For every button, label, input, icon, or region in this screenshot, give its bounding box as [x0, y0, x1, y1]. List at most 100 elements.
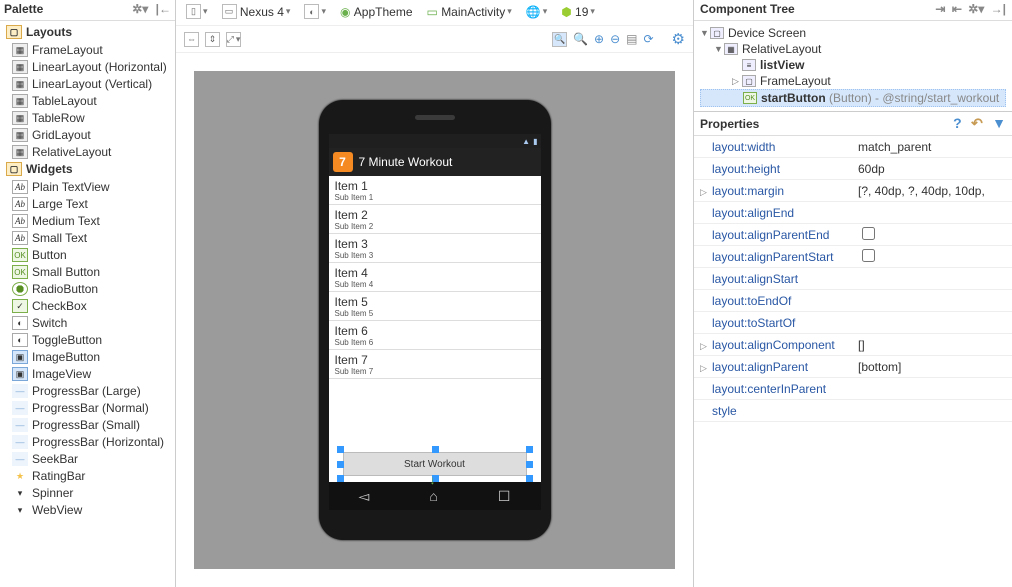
list-item[interactable]: Item 5Sub Item 5: [329, 292, 541, 321]
api-picker[interactable]: ⬢ 19▾: [557, 3, 599, 21]
property-row[interactable]: layout:toStartOf: [694, 312, 1012, 334]
tree-node-listview[interactable]: ≡ listView: [700, 57, 1006, 73]
palette-item[interactable]: —SeekBar: [0, 450, 175, 467]
palette-item[interactable]: OKSmall Button: [0, 263, 175, 280]
palette-item[interactable]: —ProgressBar (Horizontal): [0, 433, 175, 450]
palette-item[interactable]: ▦TableRow: [0, 109, 175, 126]
palette-item[interactable]: AbMedium Text: [0, 212, 175, 229]
device-screen[interactable]: ▲ ▮ 7 7 Minute Workout Item 1Sub Item 1I…: [329, 134, 541, 510]
palette-item[interactable]: ▾Spinner: [0, 484, 175, 501]
theme-picker[interactable]: ◉ AppTheme: [336, 3, 417, 21]
palette-item[interactable]: —ProgressBar (Normal): [0, 399, 175, 416]
property-row[interactable]: layout:alignParentStart: [694, 246, 1012, 268]
align-icon[interactable]: ⇔: [184, 32, 199, 47]
property-row[interactable]: layout:alignParentEnd: [694, 224, 1012, 246]
list-item[interactable]: Item 1Sub Item 1: [329, 176, 541, 205]
palette-item[interactable]: AbPlain TextView: [0, 178, 175, 195]
palette-item[interactable]: ◐ToggleButton: [0, 331, 175, 348]
start-workout-button[interactable]: Start Workout ↓: [343, 452, 527, 476]
gear-icon[interactable]: ✲▾: [968, 2, 984, 16]
list-item[interactable]: Item 6Sub Item 6: [329, 321, 541, 350]
activity-picker[interactable]: ▭ MainActivity▾: [423, 3, 516, 21]
back-icon[interactable]: ◅: [359, 488, 370, 505]
widget-icon: Ab: [12, 214, 28, 228]
list-icon: ≡: [742, 59, 756, 71]
palette-item[interactable]: RadioButton: [0, 280, 175, 297]
palette-item[interactable]: ◐Switch: [0, 314, 175, 331]
layout-icon: ▦: [12, 128, 28, 142]
zoom-in-icon[interactable]: ⊕: [594, 32, 604, 46]
orientation-button[interactable]: ▯▾: [182, 2, 212, 21]
recents-icon[interactable]: ☐: [498, 488, 511, 505]
zoom-fit-icon[interactable]: 🔍: [552, 32, 567, 47]
hide-icon[interactable]: →|: [991, 2, 1006, 16]
list-item[interactable]: Item 3Sub Item 3: [329, 234, 541, 263]
palette-item[interactable]: ▦LinearLayout (Vertical): [0, 75, 175, 92]
resize-arrow-icon[interactable]: ↓: [430, 473, 436, 487]
locale-picker[interactable]: 🌐▾: [522, 3, 551, 21]
tree-node-framelayout[interactable]: ▷▢ FrameLayout: [700, 73, 1006, 89]
property-row[interactable]: ▷layout:alignComponent[]: [694, 334, 1012, 356]
align-icon[interactable]: ⇕: [205, 32, 220, 47]
palette-item[interactable]: AbSmall Text: [0, 229, 175, 246]
palette-item[interactable]: OKButton: [0, 246, 175, 263]
list-item[interactable]: Item 7Sub Item 7: [329, 350, 541, 379]
palette-item[interactable]: ✓CheckBox: [0, 297, 175, 314]
property-checkbox[interactable]: [862, 249, 875, 262]
palette-category-layouts[interactable]: ▢ Layouts: [0, 23, 175, 41]
property-row[interactable]: ▷layout:alignParent[bottom]: [694, 356, 1012, 378]
tree-node-relative-layout[interactable]: ▼▦ RelativeLayout: [700, 41, 1006, 57]
help-icon[interactable]: ?: [953, 115, 962, 131]
settings-gear-icon[interactable]: ⚙: [672, 30, 685, 48]
list-item[interactable]: Item 4Sub Item 4: [329, 263, 541, 292]
property-row[interactable]: layout:alignStart: [694, 268, 1012, 290]
layout-icon: ▦: [12, 77, 28, 91]
property-checkbox[interactable]: [862, 227, 875, 240]
property-row[interactable]: style: [694, 400, 1012, 422]
property-row[interactable]: layout:height60dp: [694, 158, 1012, 180]
widget-icon: Ab: [12, 231, 28, 245]
home-icon[interactable]: ⌂: [429, 488, 437, 504]
device-picker[interactable]: ▭ Nexus 4▾: [218, 2, 295, 21]
collapse-all-icon[interactable]: ⇤: [952, 2, 962, 16]
property-row[interactable]: layout:centerInParent: [694, 378, 1012, 400]
palette-item[interactable]: AbLarge Text: [0, 195, 175, 212]
zoom-actual-icon[interactable]: 🔍: [573, 32, 588, 46]
expand-all-icon[interactable]: ⇥: [935, 2, 945, 16]
palette-category-widgets[interactable]: ▢ Widgets: [0, 160, 175, 178]
undo-icon[interactable]: ↶: [971, 115, 983, 131]
palette-item[interactable]: ▦GridLayout: [0, 126, 175, 143]
frame-icon: ▢: [742, 75, 756, 87]
palette-item[interactable]: ▣ImageButton: [0, 348, 175, 365]
tree-node-start-button[interactable]: OK startButton (Button) - @string/start_…: [700, 89, 1006, 107]
layout-icon: ▦: [12, 60, 28, 74]
zoom-out-icon[interactable]: ⊖: [610, 32, 620, 46]
component-tree[interactable]: ▼▢ Device Screen ▼▦ RelativeLayout ≡ lis…: [694, 21, 1012, 111]
palette-item[interactable]: ▦RelativeLayout: [0, 143, 175, 160]
palette-item[interactable]: —ProgressBar (Small): [0, 416, 175, 433]
layout-icon: ▦: [12, 94, 28, 108]
list-view[interactable]: Item 1Sub Item 1Item 2Sub Item 2Item 3Su…: [329, 176, 541, 446]
palette-item[interactable]: ▣ImageView: [0, 365, 175, 382]
tree-node-device-screen[interactable]: ▼▢ Device Screen: [700, 25, 1006, 41]
page-icon[interactable]: ▤: [626, 32, 637, 46]
property-row[interactable]: layout:toEndOf: [694, 290, 1012, 312]
daynight-button[interactable]: ◐▾: [300, 2, 330, 21]
property-row[interactable]: layout:widthmatch_parent: [694, 136, 1012, 158]
property-row[interactable]: ▷layout:margin[?, 40dp, ?, 40dp, 10dp,: [694, 180, 1012, 202]
palette-item[interactable]: —ProgressBar (Large): [0, 382, 175, 399]
palette-item[interactable]: ▾WebView: [0, 501, 175, 518]
list-item[interactable]: Item 2Sub Item 2: [329, 205, 541, 234]
palette-item[interactable]: ★RatingBar: [0, 467, 175, 484]
palette-item[interactable]: ▦FrameLayout: [0, 41, 175, 58]
design-canvas[interactable]: ▲ ▮ 7 7 Minute Workout Item 1Sub Item 1I…: [194, 71, 675, 569]
expand-icon[interactable]: ⤢▾: [226, 32, 241, 47]
filter-icon[interactable]: ▼: [992, 115, 1006, 131]
gear-icon[interactable]: ✲▾: [132, 2, 148, 16]
refresh-icon[interactable]: ⟳: [643, 32, 653, 46]
collapse-icon[interactable]: |←: [156, 2, 171, 16]
palette-item[interactable]: ▦TableLayout: [0, 92, 175, 109]
property-row[interactable]: layout:alignEnd: [694, 202, 1012, 224]
palette-item[interactable]: ▦LinearLayout (Horizontal): [0, 58, 175, 75]
palette-body[interactable]: ▢ Layouts ▦FrameLayout▦LinearLayout (Hor…: [0, 21, 175, 522]
